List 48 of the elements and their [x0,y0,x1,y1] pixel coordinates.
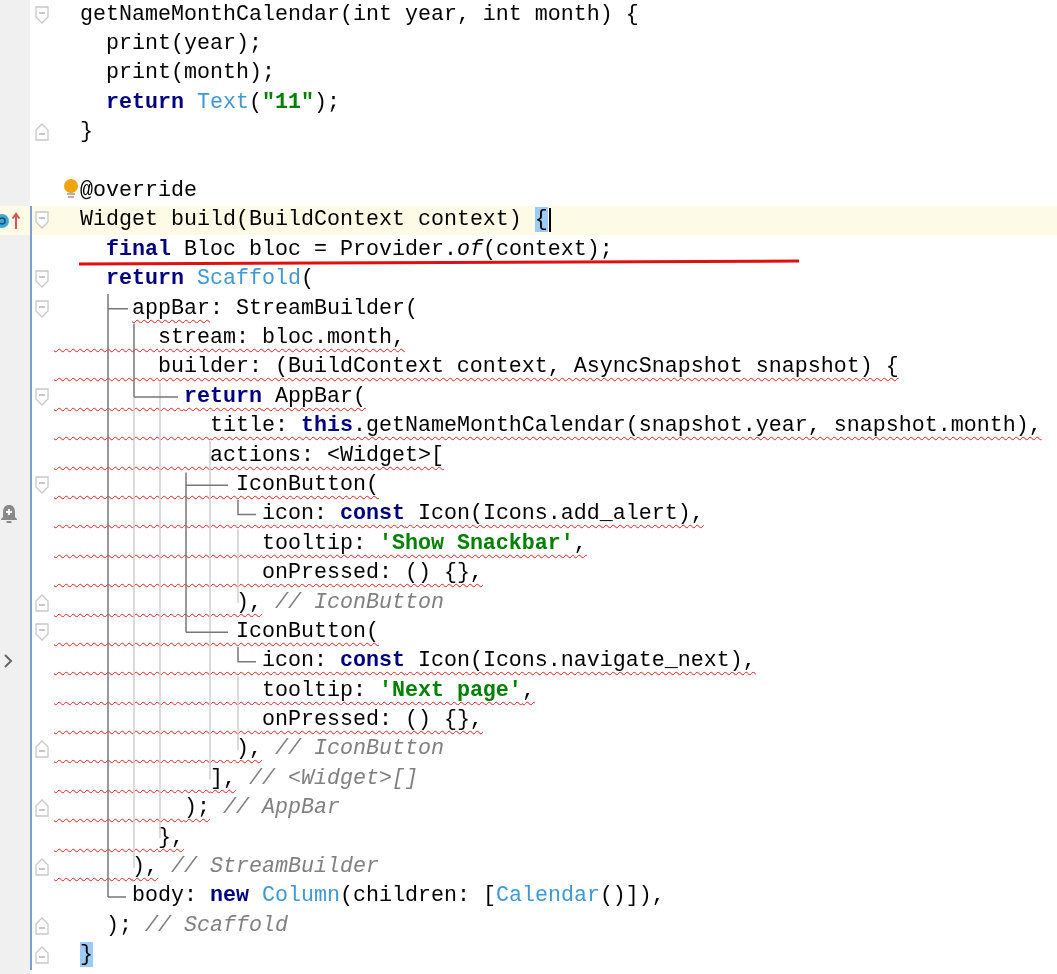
code-line: Widget build(BuildContext context) { [80,209,548,232]
code-line: ); // AppBar [183,797,340,820]
fold-end-icon[interactable] [35,740,49,759]
code-line: builder: (BuildContext context, AsyncSnapshot snapshot) { [157,356,899,379]
fold-end-icon[interactable] [35,916,49,935]
code-line: return Text("11"); [106,91,340,114]
lightbulb-icon[interactable] [63,178,79,199]
code-line: ); // Scaffold [106,914,288,937]
fold-end-icon[interactable] [35,799,49,818]
code-line: getNameMonthCalendar(int year, int month) { [80,3,639,26]
fold-icon[interactable] [35,475,49,494]
code-line: ), // StreamBuilder [132,856,379,878]
code-line: } [80,121,93,144]
fold-icon[interactable] [35,5,49,24]
code-line: ], // <Widget>[] [209,767,418,790]
code-line: return Scaffold( [106,268,314,291]
fold-icon[interactable] [35,211,49,230]
code-line: final Bloc bloc = Provider.of(context); [106,238,613,261]
code-line: icon: const Icon(Icons.add_alert), [261,503,704,526]
fold-end-icon[interactable] [35,123,49,142]
code-line: onPressed: () {}, [261,709,483,732]
chevron-right-icon[interactable] [3,653,13,670]
code-line: onPressed: () {}, [261,562,483,585]
code-line: IconButton( [235,473,379,496]
code-line: IconButton( [235,620,379,643]
code-line: @override [80,180,197,203]
fold-end-icon[interactable] [35,946,49,965]
fold-end-icon[interactable] [35,593,49,612]
fold-icon[interactable] [35,270,49,289]
bell-plus-icon[interactable] [0,504,18,525]
code-line: appBar: StreamBuilder( [132,297,418,320]
fold-icon[interactable] [35,622,49,641]
code-line: stream: bloc.month, [157,327,405,349]
code-line: ), // IconButton [235,591,444,614]
code-line: body: new Column(children: [Calendar()]), [132,885,665,908]
code-line: print(year); [106,33,262,56]
code-line: actions: <Widget>[ [209,444,444,467]
code-line: print(month); [106,62,275,85]
code-line: tooltip: 'Show Snackbar', [261,532,587,555]
code-line: title: this.getNameMonthCalendar(snapshot.year, snapshot.month), [209,415,1042,438]
code-line: return AppBar( [183,385,366,408]
code-line: ), // IconButton [235,738,444,761]
fold-icon[interactable] [35,299,49,318]
fold-end-icon[interactable] [35,858,49,876]
code-line: }, [157,826,184,849]
code-line: icon: const Icon(Icons.navigate_next), [261,650,756,673]
fold-icon[interactable] [35,387,49,406]
code-line: tooltip: 'Next page', [261,679,535,702]
